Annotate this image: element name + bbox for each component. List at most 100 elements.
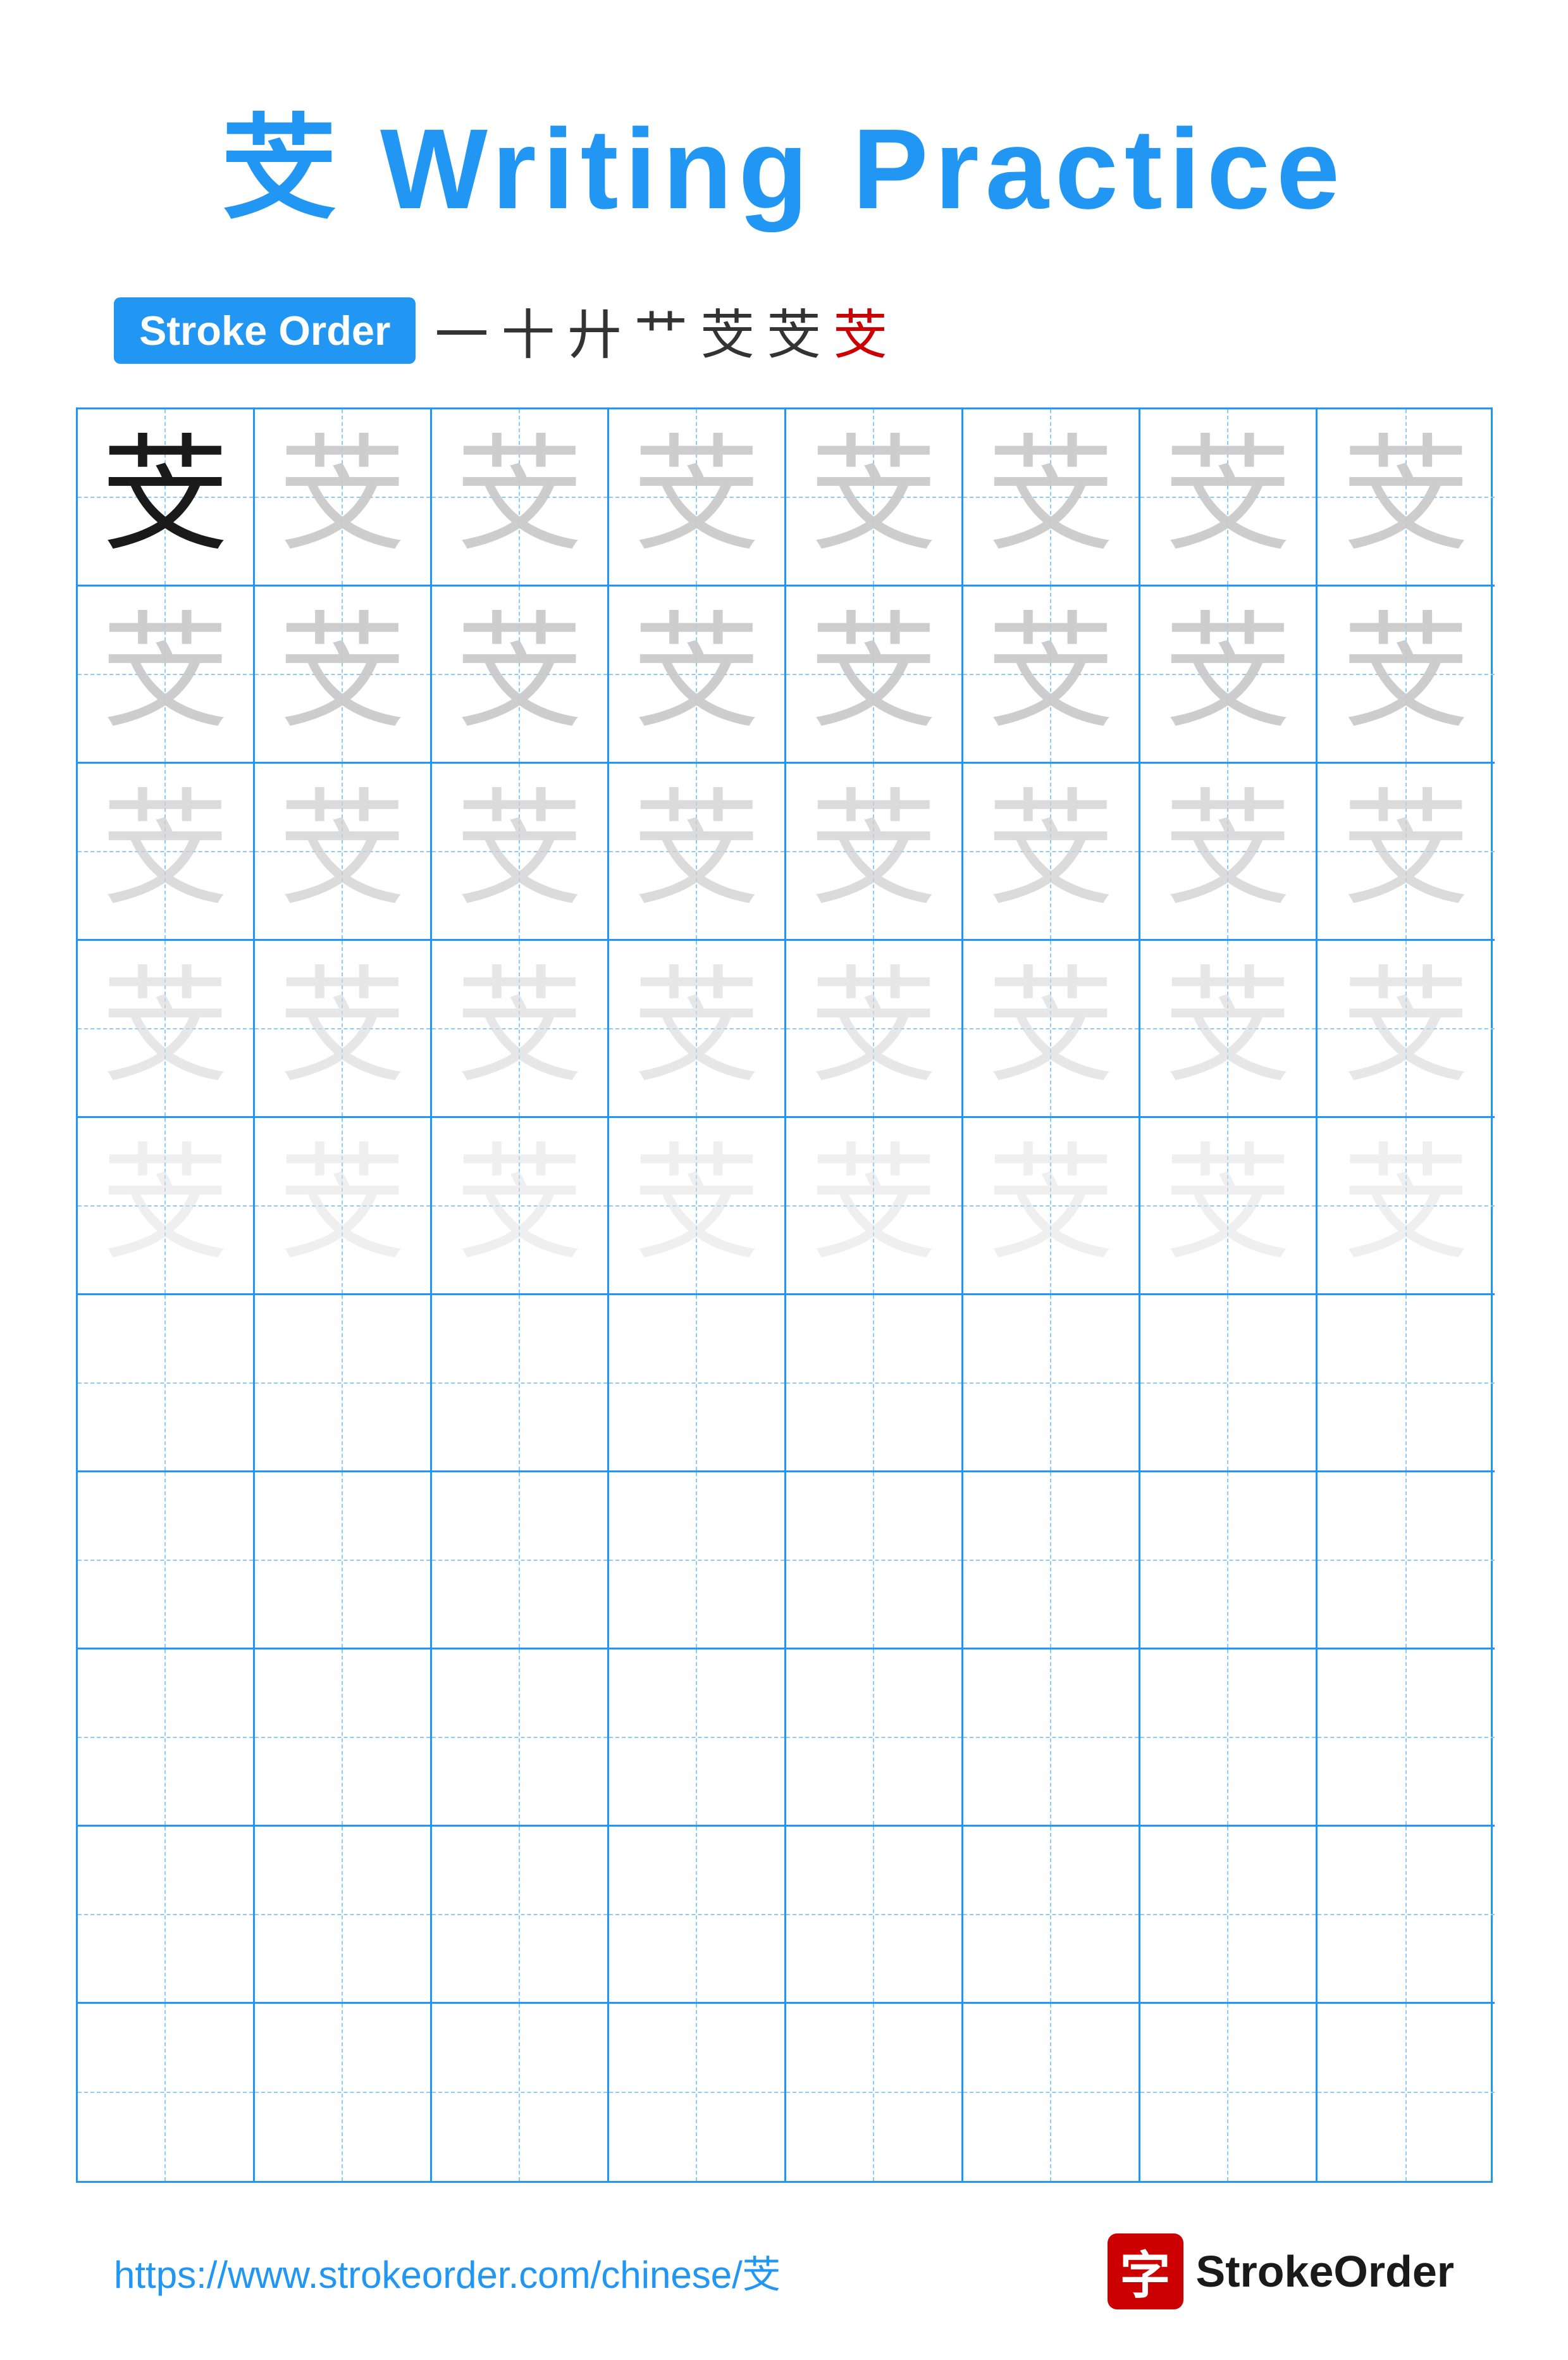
grid-cell[interactable]: 芠 [255, 409, 432, 587]
grid-cell[interactable]: 芠 [255, 764, 432, 941]
grid-cell[interactable] [78, 1472, 255, 1649]
grid-cell[interactable] [1318, 2004, 1495, 2181]
grid-cell[interactable]: 芠 [963, 1118, 1140, 1295]
grid-cell[interactable] [255, 1649, 432, 1827]
grid-cell[interactable] [609, 1472, 786, 1649]
grid-cell[interactable]: 芠 [1318, 587, 1495, 764]
grid-cell[interactable] [1140, 1472, 1318, 1649]
grid-cell[interactable]: 芠 [963, 941, 1140, 1118]
grid-cell[interactable]: 芠 [432, 941, 609, 1118]
grid-row-9 [78, 1827, 1491, 2004]
grid-cell[interactable] [609, 1295, 786, 1472]
grid-row-5: 芠 芠 芠 芠 芠 芠 芠 芠 [78, 1118, 1491, 1295]
grid-cell[interactable] [432, 1295, 609, 1472]
grid-cell[interactable]: 芠 [255, 587, 432, 764]
grid-cell[interactable]: 芠 [963, 764, 1140, 941]
grid-cell[interactable] [786, 1295, 963, 1472]
stroke-order-badge: Stroke Order [114, 297, 416, 364]
stroke-seq-4: 艹 [634, 292, 688, 370]
grid-cell[interactable]: 芠 [432, 587, 609, 764]
grid-cell[interactable]: 芠 [432, 1118, 609, 1295]
grid-cell[interactable] [609, 1649, 786, 1827]
grid-cell[interactable]: 芠 [1318, 764, 1495, 941]
grid-cell[interactable] [1318, 1295, 1495, 1472]
grid-row-7 [78, 1472, 1491, 1649]
grid-cell[interactable]: 芠 [432, 409, 609, 587]
grid-cell[interactable]: 芠 [963, 587, 1140, 764]
grid-cell[interactable] [963, 2004, 1140, 2181]
grid-cell[interactable]: 芠 [1318, 1118, 1495, 1295]
grid-cell[interactable] [432, 2004, 609, 2181]
grid-cell[interactable]: 芠 [78, 941, 255, 1118]
grid-cell[interactable]: 芠 [78, 1118, 255, 1295]
grid-cell[interactable] [786, 2004, 963, 2181]
grid-cell[interactable]: 芠 [1318, 941, 1495, 1118]
grid-cell[interactable] [255, 1827, 432, 2004]
grid-row-6 [78, 1295, 1491, 1472]
grid-cell[interactable]: 芠 [255, 941, 432, 1118]
grid-cell[interactable]: 芠 [786, 587, 963, 764]
grid-cell[interactable] [963, 1827, 1140, 2004]
grid-cell[interactable]: 芠 [78, 409, 255, 587]
grid-cell[interactable] [1140, 1295, 1318, 1472]
grid-cell[interactable] [432, 1827, 609, 2004]
grid-cell[interactable] [432, 1472, 609, 1649]
practice-grid: 芠 芠 芠 芠 芠 芠 芠 芠 芠 芠 芠 芠 芠 芠 芠 芠 芠 芠 芠 芠 … [76, 407, 1493, 2183]
grid-cell[interactable] [1318, 1472, 1495, 1649]
grid-cell[interactable]: 芠 [786, 409, 963, 587]
grid-row-4: 芠 芠 芠 芠 芠 芠 芠 芠 [78, 941, 1491, 1118]
grid-cell[interactable]: 芠 [255, 1118, 432, 1295]
grid-row-10 [78, 2004, 1491, 2181]
grid-cell[interactable] [963, 1295, 1140, 1472]
grid-cell[interactable] [1318, 1827, 1495, 2004]
grid-cell[interactable] [78, 1649, 255, 1827]
grid-cell[interactable]: 芠 [1140, 409, 1318, 587]
grid-row-3: 芠 芠 芠 芠 芠 芠 芠 芠 [78, 764, 1491, 941]
grid-cell[interactable]: 芠 [432, 764, 609, 941]
grid-cell[interactable]: 芠 [963, 409, 1140, 587]
grid-cell[interactable]: 芠 [609, 764, 786, 941]
grid-cell[interactable] [786, 1827, 963, 2004]
grid-cell[interactable]: 芠 [609, 587, 786, 764]
grid-cell[interactable] [255, 1295, 432, 1472]
stroke-seq-2: 十 [501, 292, 555, 370]
stroke-seq-3: 廾 [567, 292, 621, 370]
grid-cell[interactable]: 芠 [1318, 409, 1495, 587]
grid-cell[interactable] [1140, 1649, 1318, 1827]
grid-cell[interactable]: 芠 [78, 764, 255, 941]
grid-cell[interactable]: 芠 [609, 1118, 786, 1295]
grid-cell[interactable] [432, 1649, 609, 1827]
title-char: 芠 [222, 106, 342, 233]
grid-cell[interactable] [609, 2004, 786, 2181]
stroke-seq-6: 芠 [767, 292, 820, 370]
grid-cell[interactable] [78, 1295, 255, 1472]
grid-cell[interactable] [78, 2004, 255, 2181]
page-title: 芠 Writing Practice [222, 76, 1346, 241]
grid-cell[interactable] [609, 1827, 786, 2004]
grid-cell[interactable]: 芠 [786, 941, 963, 1118]
grid-cell[interactable] [786, 1649, 963, 1827]
grid-cell[interactable]: 芠 [609, 941, 786, 1118]
grid-cell[interactable] [963, 1472, 1140, 1649]
grid-row-1: 芠 芠 芠 芠 芠 芠 芠 芠 [78, 409, 1491, 587]
grid-cell[interactable] [1140, 2004, 1318, 2181]
footer-logo-text: StrokeOrder [1196, 2246, 1454, 2297]
grid-cell[interactable] [255, 2004, 432, 2181]
grid-cell[interactable] [786, 1472, 963, 1649]
grid-cell[interactable]: 芠 [78, 587, 255, 764]
grid-cell[interactable]: 芠 [1140, 1118, 1318, 1295]
grid-cell[interactable]: 芠 [1140, 941, 1318, 1118]
grid-cell[interactable]: 芠 [786, 1118, 963, 1295]
grid-cell[interactable]: 芠 [1140, 764, 1318, 941]
grid-cell[interactable] [1140, 1827, 1318, 2004]
grid-cell[interactable] [78, 1827, 255, 2004]
stroke-sequence: 一 十 廾 艹 芠 芠 芠 [435, 292, 887, 370]
grid-cell[interactable] [255, 1472, 432, 1649]
title-text: Writing Practice [380, 106, 1346, 233]
grid-cell[interactable] [963, 1649, 1140, 1827]
grid-cell[interactable] [1318, 1649, 1495, 1827]
grid-cell[interactable]: 芠 [1140, 587, 1318, 764]
grid-cell[interactable]: 芠 [786, 764, 963, 941]
footer: https://www.strokeorder.com/chinese/芠 字 … [76, 2233, 1492, 2309]
grid-cell[interactable]: 芠 [609, 409, 786, 587]
